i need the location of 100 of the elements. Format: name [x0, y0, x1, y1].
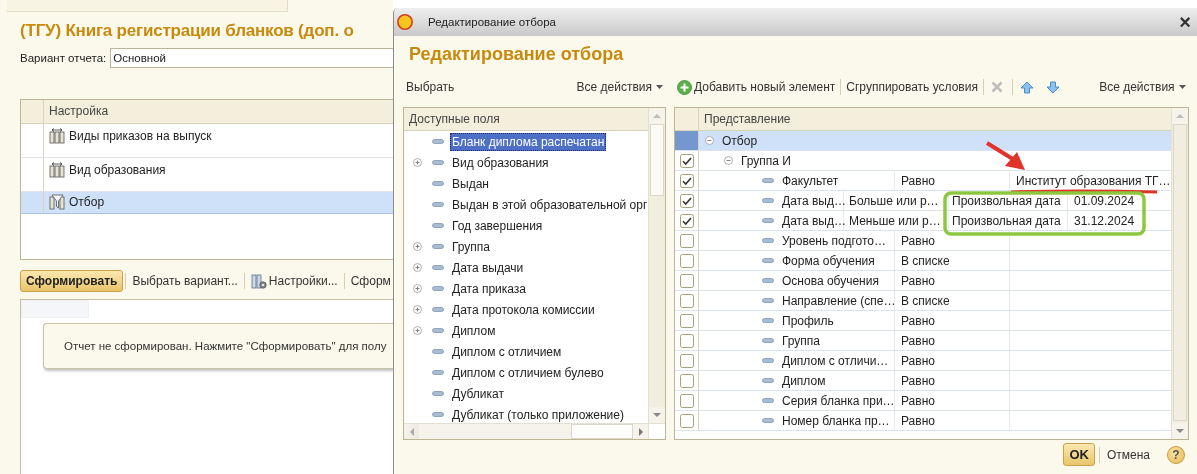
comparison-type: Равно: [901, 313, 935, 328]
window-heading: (ТГУ) Книга регистрации бланков (доп. о: [19, 20, 355, 41]
ok-button[interactable]: OK: [1063, 443, 1095, 466]
condition-row[interactable]: Дата выд… Больше или р… Произвольная дата 01.09.2024: [675, 191, 1171, 211]
condition-row[interactable]: Факультет Равно Институт образования ТГ…: [675, 171, 1171, 191]
table-row[interactable]: Отбор: [21, 192, 393, 214]
field-icon: [432, 223, 444, 228]
condition-row[interactable]: Уровень подгото… Равно: [675, 231, 1171, 251]
expand-icon: [413, 284, 422, 293]
all-actions-button[interactable]: Все действия: [573, 80, 666, 94]
dialog-heading: Редактирование отбора: [408, 43, 625, 66]
field-icon: [762, 418, 774, 423]
window-title: Редактирование отбора: [428, 16, 556, 28]
checkbox[interactable]: [679, 333, 694, 348]
field-name: Направление (спе…: [782, 293, 896, 308]
toolbar-button[interactable]: Выбрать вариант...: [128, 274, 242, 288]
comparison-type: Равно: [901, 413, 935, 428]
field-item[interactable]: Дата выдачи: [450, 258, 526, 277]
scrollbar[interactable]: [648, 108, 665, 439]
comparison-type: Равно: [901, 353, 935, 368]
field-name: Основа обучения: [782, 273, 879, 288]
field-item[interactable]: Диплом с отличием: [450, 342, 564, 361]
add-button[interactable]: Добавить новый элемент: [674, 79, 839, 95]
group-button[interactable]: Сгруппировать условия: [843, 80, 981, 94]
field-icon: [432, 328, 444, 333]
field-icon: [432, 265, 444, 270]
field-item[interactable]: Дубликат: [450, 384, 506, 403]
condition-row[interactable]: Серия бланка при… Равно: [675, 391, 1171, 411]
condition-row[interactable]: Дата выд… Меньше или р… Произвольная дата 31.12.2024: [675, 211, 1171, 231]
app-logo-icon: [397, 14, 413, 30]
checkbox[interactable]: [679, 233, 694, 248]
field-item[interactable]: Год завершения: [450, 216, 545, 235]
field-item[interactable]: Дата приказа: [450, 279, 528, 298]
column-header: Настройка: [48, 103, 109, 120]
row-label: Отбор: [69, 194, 105, 210]
condition-row[interactable]: Группа Равно: [675, 331, 1171, 351]
settings-button[interactable]: Настройки...: [246, 273, 342, 289]
field-item[interactable]: Дубликат (только приложение): [450, 405, 626, 423]
condition-row[interactable]: Основа обучения Равно: [675, 271, 1171, 291]
field-icon: [432, 244, 444, 249]
checkbox[interactable]: [679, 193, 694, 208]
plus-icon: [677, 79, 692, 95]
field-icon: [762, 338, 774, 343]
comparison-type: Равно: [901, 393, 935, 408]
field-item[interactable]: Выдан в этой образовательной орг: [450, 195, 648, 214]
field-icon: [432, 286, 444, 291]
condition-row[interactable]: Номер бланка пр… Равно: [675, 411, 1171, 431]
field-icon: [432, 202, 444, 207]
field-icon: [432, 160, 444, 165]
checkbox[interactable]: [679, 273, 694, 288]
checkbox[interactable]: [679, 293, 694, 308]
condition-row[interactable]: Профиль Равно: [675, 311, 1171, 331]
field-item[interactable]: Выдан: [450, 174, 491, 193]
field-icon: [762, 178, 774, 183]
row-label: Виды приказов на выпуск: [69, 128, 212, 144]
condition-row[interactable]: Направление (спе… В списке: [675, 291, 1171, 311]
arrow-annotation: [985, 141, 1025, 170]
field-item[interactable]: Дата протокола комиссии: [450, 300, 597, 319]
generate-button[interactable]: Сформировать: [20, 270, 124, 292]
condition-row[interactable]: Форма обучения В списке: [675, 251, 1171, 271]
cancel-button[interactable]: Отмена: [1103, 447, 1153, 462]
scrollbar[interactable]: [404, 423, 648, 439]
tree-row[interactable]: Отбор: [675, 131, 1171, 151]
checkbox[interactable]: [679, 213, 694, 228]
field-icon: [762, 398, 774, 403]
column-header: Доступные поля: [409, 112, 500, 126]
checkbox[interactable]: [679, 353, 694, 368]
checkbox[interactable]: [679, 393, 694, 408]
field-icon: [762, 378, 774, 383]
toolbar-button[interactable]: Сформ: [346, 274, 393, 288]
row-label: Вид образования: [69, 162, 166, 178]
field-icon: [762, 358, 774, 363]
field-icon: [432, 412, 444, 417]
field-name: Уровень подгото…: [782, 233, 887, 248]
condition-row[interactable]: Диплом с отличи… Равно: [675, 351, 1171, 371]
field-item[interactable]: Группа: [450, 237, 493, 256]
checkbox[interactable]: [679, 373, 694, 388]
settings-icon: [250, 273, 267, 289]
comparison-type: Равно: [901, 373, 935, 388]
field-item[interactable]: Диплом: [450, 321, 498, 340]
value-type: Произвольная дата: [952, 193, 1061, 208]
field-item[interactable]: Диплом с отличием булево: [450, 363, 606, 382]
field-item[interactable]: Вид образования: [450, 153, 551, 172]
select-button[interactable]: Выбрать: [403, 80, 458, 94]
checkbox[interactable]: [679, 173, 694, 188]
all-actions-button[interactable]: Все действия: [1096, 80, 1189, 94]
checkbox[interactable]: [679, 253, 694, 268]
tree-row[interactable]: Группа И: [675, 151, 1171, 171]
field-icon: [762, 258, 774, 263]
checkbox[interactable]: [679, 313, 694, 328]
table-row[interactable]: Виды приказов на выпуск: [21, 124, 393, 158]
checkbox[interactable]: [679, 153, 694, 168]
funnel-icon: [49, 194, 65, 210]
close-button[interactable]: ×: [1177, 12, 1193, 32]
condition-row[interactable]: Диплом Равно: [675, 371, 1171, 391]
help-button[interactable]: ?: [1167, 445, 1185, 464]
field-item[interactable]: Бланк диплома распечатан: [450, 132, 607, 151]
checkbox[interactable]: [679, 413, 694, 428]
expand-icon: [413, 305, 422, 314]
variant-field[interactable]: Основной: [110, 48, 393, 68]
